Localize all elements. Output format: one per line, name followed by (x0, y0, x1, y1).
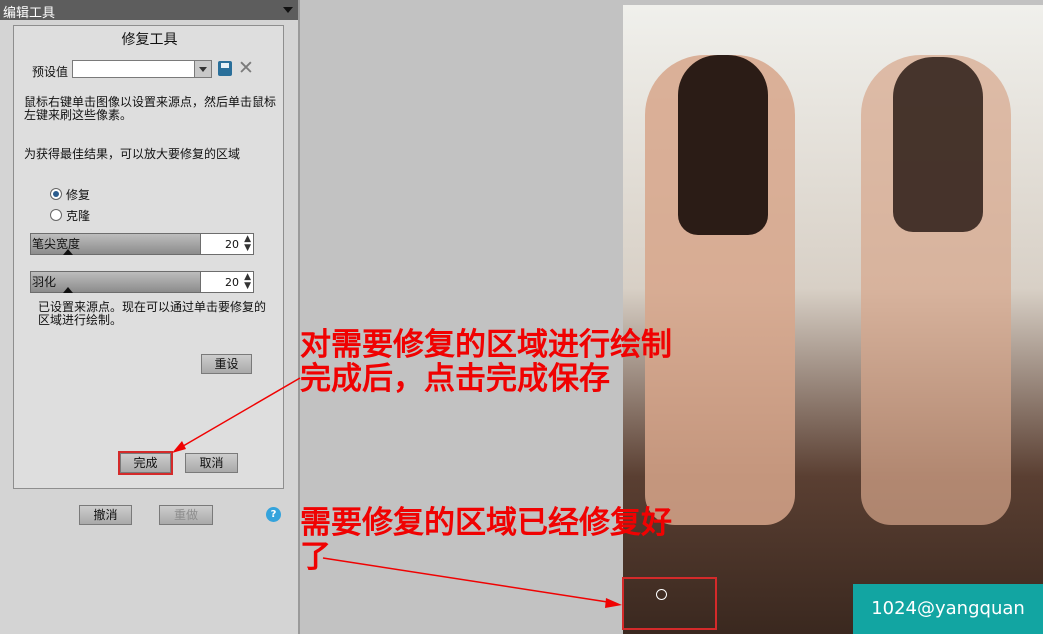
tip-text: 为获得最佳结果，可以放大要修复的区域 (24, 147, 241, 161)
undo-button[interactable]: 撤消 (79, 505, 132, 525)
stepper-arrows-icon[interactable]: ▲ ▼ (244, 235, 251, 253)
tool-title: 修复工具 (121, 32, 178, 48)
annotation-top-line2: 完成后，点击完成保存 (300, 361, 610, 397)
radio-clone[interactable] (50, 209, 62, 221)
annotation-top-line1: 对需要修复的区域进行绘制 (300, 327, 672, 363)
done-button[interactable]: 完成 (118, 451, 173, 475)
feather-label: 羽化 (32, 275, 57, 289)
redo-button[interactable]: 重做 (159, 505, 213, 525)
panel-header: 编辑工具 (0, 0, 298, 21)
annotation-bottom-line1: 需要修复的区域已经修复好 (300, 505, 672, 541)
radio-clone-label[interactable]: 克隆 (66, 207, 90, 224)
help-icon[interactable]: ? (266, 507, 281, 522)
annotation-bottom-line2: 了 (300, 539, 331, 575)
stepper-arrows-icon[interactable]: ▲ ▼ (244, 273, 251, 291)
save-preset-icon[interactable] (218, 61, 232, 76)
brush-width-slider[interactable]: 笔尖宽度 (30, 233, 201, 255)
annotation-bottom: 需要修复的区域已经修复好 了 (300, 506, 672, 574)
radio-heal-label[interactable]: 修复 (66, 186, 90, 203)
instruction-text: 鼠标右键单击图像以设置来源点，然后单击鼠标左键来刷这些像素。 (24, 95, 277, 122)
feather-value[interactable]: 20 (225, 276, 239, 289)
brush-width-stepper[interactable]: 20 ▲ ▼ (200, 233, 254, 255)
preset-select[interactable] (72, 60, 212, 78)
brush-width-thumb[interactable] (63, 249, 73, 255)
photo-hair (678, 55, 768, 235)
preset-label: 预设值 (32, 65, 69, 79)
feather-slider[interactable]: 羽化 (30, 271, 201, 293)
arrow-head-repaired (605, 598, 622, 608)
cancel-button[interactable]: 取消 (185, 453, 238, 473)
brush-cursor-icon (656, 589, 667, 600)
watermark: 1024@yangquan (853, 584, 1043, 634)
feather-stepper[interactable]: 20 ▲ ▼ (200, 271, 254, 293)
photo-hair-reflection (893, 57, 983, 232)
repaired-area-highlight (622, 577, 717, 630)
chevron-down-icon[interactable] (194, 61, 211, 77)
photo-canvas[interactable] (623, 5, 1043, 634)
panel-menu-arrow-icon[interactable] (283, 7, 293, 13)
radio-heal[interactable] (50, 188, 62, 200)
feather-thumb[interactable] (63, 287, 73, 293)
panel-title: 编辑工具 (3, 6, 56, 21)
edit-tools-panel: 编辑工具 修复工具 预设值 ✕ 鼠标右键单击图像以设置来源点，然后单击鼠标左键来… (0, 0, 300, 634)
brush-width-value[interactable]: 20 (225, 238, 239, 251)
status-text: 已设置来源点。现在可以通过单击要修复的区域进行绘制。 (38, 300, 267, 327)
delete-preset-icon[interactable]: ✕ (238, 57, 254, 79)
heal-tool-box: 修复工具 预设值 ✕ 鼠标右键单击图像以设置来源点，然后单击鼠标左键来刷这些像素… (13, 25, 284, 489)
annotation-top: 对需要修复的区域进行绘制 完成后，点击完成保存 (300, 328, 672, 396)
reset-button[interactable]: 重设 (201, 354, 252, 374)
